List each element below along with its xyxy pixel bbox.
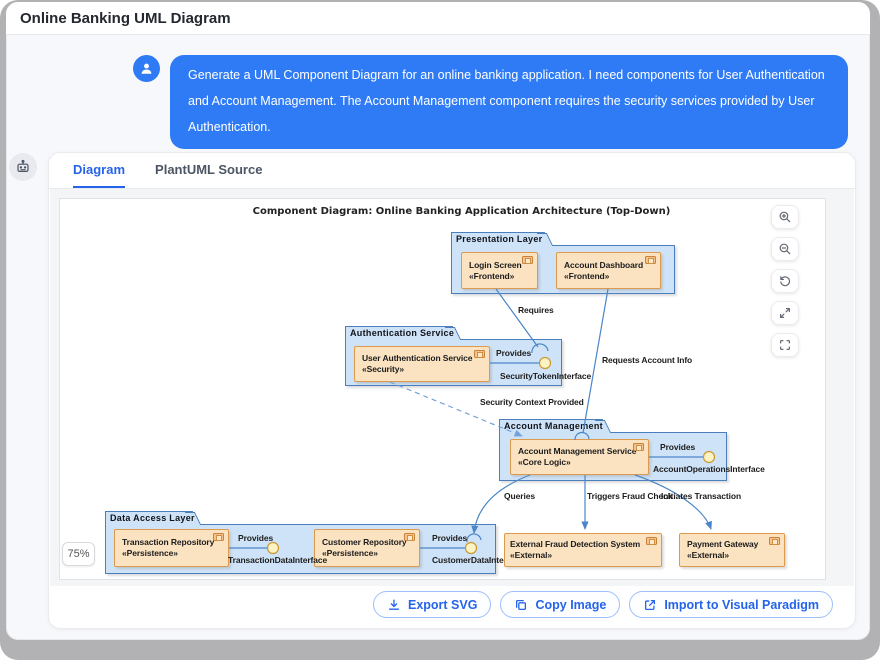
component-icon: [474, 350, 485, 358]
component-icon: [633, 443, 644, 451]
label-requires: Requires: [518, 305, 554, 315]
export-svg-button[interactable]: Export SVG: [373, 591, 492, 618]
tab-plantuml-label: PlantUML Source: [155, 162, 263, 177]
component-stereotype: «External»: [687, 550, 729, 560]
action-bar: Export SVG Copy Image Import to Visual P…: [373, 591, 833, 618]
tab-diagram-label: Diagram: [73, 162, 126, 177]
label-provides-account: Provides: [660, 442, 696, 452]
component-stereotype: «Core Logic»: [518, 457, 571, 467]
package-auth-name: Authentication Service: [350, 328, 455, 338]
label-queries: Queries: [504, 491, 535, 501]
package-data-name: Data Access Layer: [110, 513, 195, 523]
component-stereotype: «Frontend»: [564, 270, 610, 281]
tab-plantuml-source[interactable]: PlantUML Source: [155, 153, 262, 188]
label-transaction-data-interface: TransactionDataInterface: [228, 555, 328, 565]
package-presentation-tab: Presentation Layer: [451, 232, 545, 246]
component-icon: [645, 256, 656, 264]
label-security-context: Security Context Provided: [480, 397, 584, 407]
reset-view-button[interactable]: [771, 269, 799, 293]
zoom-in-button[interactable]: [771, 205, 799, 229]
fit-screen-button[interactable]: [771, 333, 799, 357]
assistant-avatar: [9, 153, 37, 181]
user-message-text: Generate a UML Component Diagram for an …: [188, 68, 825, 134]
zoom-in-icon: [779, 211, 791, 223]
component-fraud-detection: External Fraud Detection System «Externa…: [504, 533, 662, 567]
copy-icon: [516, 599, 527, 610]
package-auth-tab: Authentication Service: [345, 326, 455, 340]
user-message-bubble: Generate a UML Component Diagram for an …: [170, 55, 848, 149]
external-link-icon: [645, 599, 656, 610]
label-provides-security: Provides: [496, 348, 532, 358]
import-visual-paradigm-button[interactable]: Import to Visual Paradigm: [629, 591, 833, 618]
component-icon: [404, 533, 415, 541]
label-provides-transaction: Provides: [238, 533, 274, 543]
package-account-tab: Account Management: [499, 419, 603, 433]
diagram-canvas[interactable]: Component Diagram: Online Banking Applic…: [59, 198, 826, 580]
window-header: Online Banking UML Diagram: [6, 2, 870, 35]
reset-view-icon: [780, 276, 791, 287]
zoom-out-button[interactable]: [771, 237, 799, 261]
component-stereotype: «External»: [510, 550, 552, 560]
expand-icon: [780, 308, 790, 318]
user-icon: [141, 63, 152, 74]
copy-image-label: Copy Image: [535, 597, 607, 612]
download-icon: [388, 599, 400, 610]
label-security-token-interface: SecurityTokenInterface: [500, 371, 592, 381]
panel-body: Component Diagram: Online Banking Applic…: [50, 189, 854, 586]
component-icon: [213, 533, 224, 541]
fit-screen-icon: [780, 340, 790, 350]
component-stereotype: «Persistence»: [122, 548, 178, 558]
robot-icon: [17, 159, 29, 172]
tab-diagram[interactable]: Diagram: [73, 153, 126, 188]
component-payment-gateway: Payment Gateway «External»: [679, 533, 785, 567]
label-initiates-transaction: Initiates Transaction: [661, 491, 742, 501]
label-triggers-fraud-check: Triggers Fraud Check: [587, 491, 673, 501]
user-avatar: [133, 55, 160, 82]
tab-bar: Diagram PlantUML Source: [49, 153, 855, 189]
window-frame: Online Banking UML Diagram Generate a UM…: [0, 0, 880, 660]
package-account-name: Account Management: [504, 421, 603, 431]
component-name: Account Management Service: [518, 446, 637, 456]
component-transaction-repository: Transaction Repository «Persistence»: [114, 529, 229, 567]
component-stereotype: «Frontend»: [469, 270, 515, 281]
import-visual-paradigm-label: Import to Visual Paradigm: [664, 597, 819, 612]
diagram-title: Component Diagram: Online Banking Applic…: [252, 206, 671, 217]
page-title: Online Banking UML Diagram: [20, 9, 231, 27]
label-account-ops-interface: AccountOperationsInterface: [653, 464, 765, 474]
component-icon: [769, 537, 780, 545]
label-provides-customer: Provides: [432, 533, 468, 543]
export-svg-label: Export SVG: [408, 597, 478, 612]
diagram-panel: Diagram PlantUML Source Component Diagra…: [48, 152, 856, 629]
zoom-level-value: 75%: [67, 548, 90, 560]
package-data-tab: Data Access Layer: [105, 511, 195, 525]
component-name: User Authentication Service: [362, 353, 473, 363]
component-name: External Fraud Detection System: [510, 539, 641, 549]
package-presentation-name: Presentation Layer: [456, 234, 543, 244]
component-icon: [522, 256, 533, 264]
copy-image-button[interactable]: Copy Image: [500, 591, 621, 618]
component-customer-repository: Customer Repository «Persistence»: [314, 529, 420, 567]
component-login-screen: Login Screen «Frontend»: [461, 252, 538, 289]
component-account-management-service: Account Management Service «Core Logic»: [510, 439, 649, 475]
connection-initiates-line: [634, 474, 712, 530]
label-requests-account-info: Requests Account Info: [602, 355, 693, 365]
component-user-authentication-service: User Authentication Service «Security»: [354, 346, 490, 382]
expand-button[interactable]: [771, 301, 799, 325]
component-icon: [646, 537, 657, 545]
zoom-out-icon: [779, 243, 791, 255]
component-stereotype: «Persistence»: [322, 548, 378, 558]
app-window: Online Banking UML Diagram Generate a UM…: [6, 2, 870, 640]
component-account-dashboard: Account Dashboard «Frontend»: [556, 252, 661, 289]
component-stereotype: «Security»: [362, 364, 404, 374]
zoom-level-badge: 75%: [62, 542, 95, 566]
